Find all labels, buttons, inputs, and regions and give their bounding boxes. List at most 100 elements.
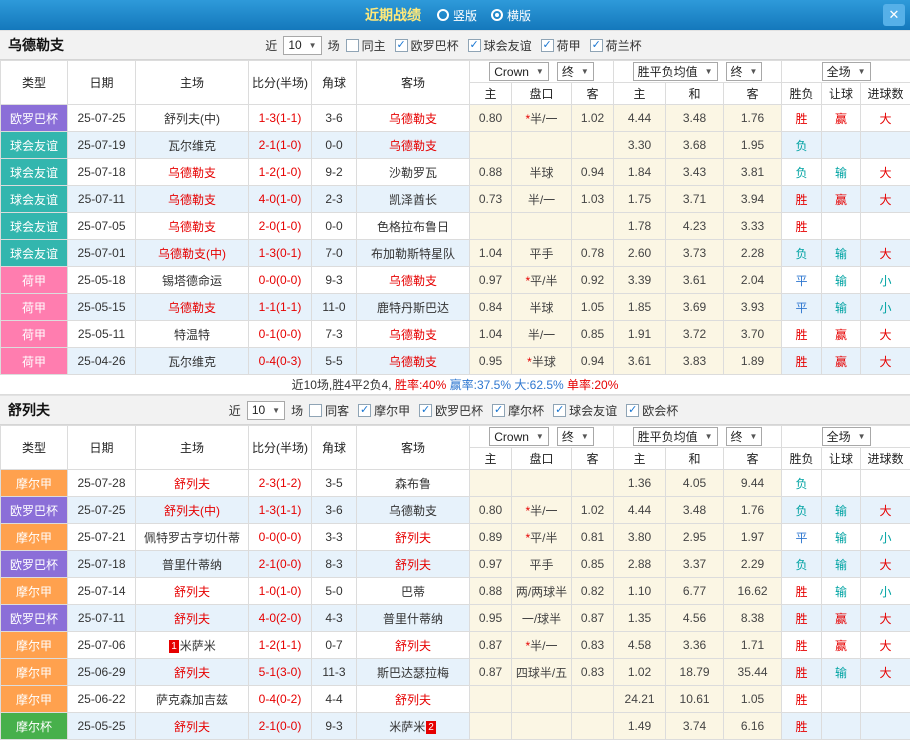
close-button[interactable]: ✕ <box>883 4 905 26</box>
col-type: 类型 <box>1 426 68 470</box>
venue-filter-checkbox[interactable]: 同客 <box>309 402 349 419</box>
home-team[interactable]: 乌德勒支 <box>136 213 249 240</box>
away-team[interactable]: 普里什蒂纳 <box>357 605 470 632</box>
home-team[interactable]: 舒列夫 <box>136 470 249 497</box>
home-team[interactable]: 乌德勒支 <box>136 159 249 186</box>
league-filter-checkbox[interactable]: ✓欧罗巴杯 <box>419 402 483 419</box>
away-team[interactable]: 乌德勒支 <box>357 348 470 375</box>
home-team[interactable]: 舒列夫 <box>136 659 249 686</box>
away-team[interactable]: 舒列夫 <box>357 524 470 551</box>
home-team[interactable]: 舒列夫 <box>136 605 249 632</box>
away-team[interactable]: 乌德勒支 <box>357 497 470 524</box>
away-team[interactable]: 凯泽酋长 <box>357 186 470 213</box>
odds-stage-select[interactable]: 终 ▼ <box>557 62 594 81</box>
away-team[interactable]: 鹿特丹斯巴达 <box>357 294 470 321</box>
home-team[interactable]: 舒列夫(中) <box>136 105 249 132</box>
home-team[interactable]: 舒列夫 <box>136 578 249 605</box>
odds-handicap: 平手 <box>512 551 572 578</box>
layout-radio-vertical[interactable]: 竖版 <box>437 7 477 24</box>
home-team[interactable]: 瓦尔维克 <box>136 348 249 375</box>
result-goals: 大 <box>861 159 910 186</box>
scope-select[interactable]: 全场 ▼ <box>822 427 871 446</box>
home-team[interactable]: 萨克森加吉兹 <box>136 686 249 713</box>
odds-handicap: *平/半 <box>512 267 572 294</box>
chevron-down-icon: ▼ <box>858 432 866 441</box>
league-filter-checkbox[interactable]: ✓摩尔甲 <box>358 402 410 419</box>
home-team[interactable]: 乌德勒支 <box>136 294 249 321</box>
league-filter-checkbox[interactable]: ✓球会友谊 <box>468 37 532 54</box>
corners: 11-0 <box>312 294 357 321</box>
avg-away: 3.94 <box>724 186 782 213</box>
home-team[interactable]: 特温特 <box>136 321 249 348</box>
away-team[interactable]: 乌德勒支 <box>357 132 470 159</box>
away-team[interactable]: 色格拉布鲁日 <box>357 213 470 240</box>
avg-select[interactable]: 胜平负均值 ▼ <box>633 427 718 446</box>
avg-select[interactable]: 胜平负均值 ▼ <box>633 62 718 81</box>
away-team[interactable]: 布加勒斯特星队 <box>357 240 470 267</box>
score: 0-1(0-0) <box>249 321 312 348</box>
home-team[interactable]: 舒列夫(中) <box>136 497 249 524</box>
away-team[interactable]: 乌德勒支 <box>357 321 470 348</box>
odds-stage-select[interactable]: 终 ▼ <box>557 427 594 446</box>
asterisk-marker: * <box>525 504 530 518</box>
avg-draw: 3.69 <box>666 294 724 321</box>
avg-draw: 18.79 <box>666 659 724 686</box>
odds-company-select[interactable]: Crown ▼ <box>489 427 549 446</box>
avg-draw: 10.61 <box>666 686 724 713</box>
league-filter-checkbox[interactable]: ✓欧会杯 <box>626 402 678 419</box>
home-team[interactable]: 乌德勒支(中) <box>136 240 249 267</box>
score: 1-1(1-1) <box>249 294 312 321</box>
avg-home: 3.39 <box>614 267 666 294</box>
venue-checkbox-icon <box>309 404 322 417</box>
avg-draw: 3.83 <box>666 348 724 375</box>
league-filter-checkbox[interactable]: ✓荷兰杯 <box>590 37 642 54</box>
league-filter-checkbox[interactable]: ✓球会友谊 <box>553 402 617 419</box>
near-label: 近 <box>229 402 241 419</box>
result-wdl: 胜 <box>782 213 822 240</box>
away-team[interactable]: 米萨米2 <box>357 713 470 740</box>
result-goals: 大 <box>861 551 910 578</box>
away-team[interactable]: 乌德勒支 <box>357 267 470 294</box>
away-team[interactable]: 巴蒂 <box>357 578 470 605</box>
corners: 0-0 <box>312 213 357 240</box>
match-count-select[interactable]: 10 ▼ <box>247 401 285 420</box>
home-team[interactable]: 瓦尔维克 <box>136 132 249 159</box>
venue-checkbox-icon <box>346 39 359 52</box>
scope-select[interactable]: 全场 ▼ <box>822 62 871 81</box>
match-count-select[interactable]: 10 ▼ <box>283 36 321 55</box>
league-filter-label: 摩尔杯 <box>508 402 544 419</box>
odds-company-select[interactable]: Crown ▼ <box>489 62 549 81</box>
result-goals: 大 <box>861 632 910 659</box>
home-team[interactable]: 佩特罗古亨切什蒂 <box>136 524 249 551</box>
league-badge: 球会友谊 <box>1 159 68 186</box>
summary-segment: 单率:20% <box>567 378 618 392</box>
league-filter-checkbox[interactable]: ✓摩尔杯 <box>492 402 544 419</box>
league-filter-checkbox[interactable]: ✓荷甲 <box>541 37 581 54</box>
home-team[interactable]: 普里什蒂纳 <box>136 551 249 578</box>
away-team[interactable]: 斯巴达瑟拉梅 <box>357 659 470 686</box>
away-team[interactable]: 沙勒罗瓦 <box>357 159 470 186</box>
avg-stage-select[interactable]: 终 ▼ <box>726 427 763 446</box>
away-team[interactable]: 舒列夫 <box>357 686 470 713</box>
away-team[interactable]: 森布鲁 <box>357 470 470 497</box>
home-team[interactable]: 1米萨米 <box>136 632 249 659</box>
away-team[interactable]: 舒列夫 <box>357 632 470 659</box>
venue-filter-checkbox[interactable]: 同主 <box>346 37 386 54</box>
home-team[interactable]: 乌德勒支 <box>136 186 249 213</box>
league-badge: 荷甲 <box>1 294 68 321</box>
col-odds-handicap: 盘口 <box>512 83 572 105</box>
layout-radio-horizontal[interactable]: 横版 <box>491 7 531 24</box>
home-team[interactable]: 锡塔德命运 <box>136 267 249 294</box>
avg-home: 4.44 <box>614 497 666 524</box>
odds-home: 1.04 <box>470 321 512 348</box>
result-handicap: 输 <box>822 524 861 551</box>
odds-away: 0.94 <box>572 348 614 375</box>
league-filter-checkbox[interactable]: ✓欧罗巴杯 <box>395 37 459 54</box>
away-team[interactable]: 舒列夫 <box>357 551 470 578</box>
match-row: 球会友谊25-07-01乌德勒支(中)1-3(0-1)7-0布加勒斯特星队1.0… <box>1 240 910 267</box>
odds-away: 1.02 <box>572 105 614 132</box>
odds-home: 0.80 <box>470 497 512 524</box>
home-team[interactable]: 舒列夫 <box>136 713 249 740</box>
away-team[interactable]: 乌德勒支 <box>357 105 470 132</box>
avg-stage-select[interactable]: 终 ▼ <box>726 62 763 81</box>
